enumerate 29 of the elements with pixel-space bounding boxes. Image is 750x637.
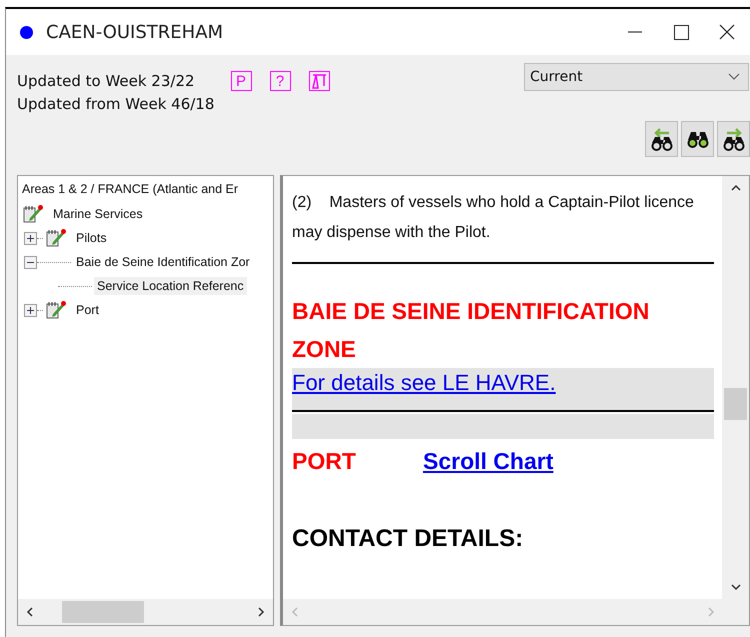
- tree-item[interactable]: Marine Services: [50, 205, 146, 223]
- collapse-icon[interactable]: [24, 256, 37, 268]
- binoculars-forward-button[interactable]: [717, 121, 750, 157]
- binoculars-icon: [720, 126, 746, 152]
- chevron-down-icon: [728, 73, 740, 81]
- binoculars-button[interactable]: [681, 121, 714, 157]
- window-title: CAEN-OUISTREHAM: [46, 22, 224, 42]
- tree-item[interactable]: Port: [73, 301, 102, 319]
- details-link[interactable]: For details see LE HAVRE.: [292, 370, 556, 395]
- binoculars-back-button[interactable]: [645, 121, 678, 157]
- tree-item[interactable]: Service Location Referenc: [94, 277, 247, 295]
- tree-item[interactable]: Pilots: [73, 229, 110, 247]
- scrollbar-thumb[interactable]: [724, 388, 747, 420]
- section-heading: PORT: [292, 448, 357, 474]
- expand-icon[interactable]: [24, 304, 37, 316]
- update-text: Updated to Week 23/22: [17, 72, 195, 90]
- expand-icon[interactable]: [24, 232, 37, 244]
- crane-icon[interactable]: [308, 71, 330, 91]
- status-dot: [20, 26, 33, 38]
- subheading: CONTACT DETAILS:: [292, 525, 524, 553]
- paragraph: (2) Masters of vessels who hold a Captain-Pilot licence may dispense with the Pilot.: [292, 193, 695, 243]
- binoculars-icon: [648, 126, 674, 152]
- scrollbar-thumb[interactable]: [62, 601, 144, 623]
- tree-header: Areas 1 & 2 / FRANCE (Atlantic and Er: [22, 181, 240, 198]
- chart-link[interactable]: Scroll Chart: [423, 448, 554, 474]
- tree-item[interactable]: Baie de Seine Identification Zor: [73, 253, 253, 271]
- update-text: Updated from Week 46/18: [17, 95, 216, 113]
- edition-dropdown[interactable]: Current: [524, 63, 749, 91]
- section-heading: BAIE DE SEINE IDENTIFICATION ZONE: [292, 297, 650, 364]
